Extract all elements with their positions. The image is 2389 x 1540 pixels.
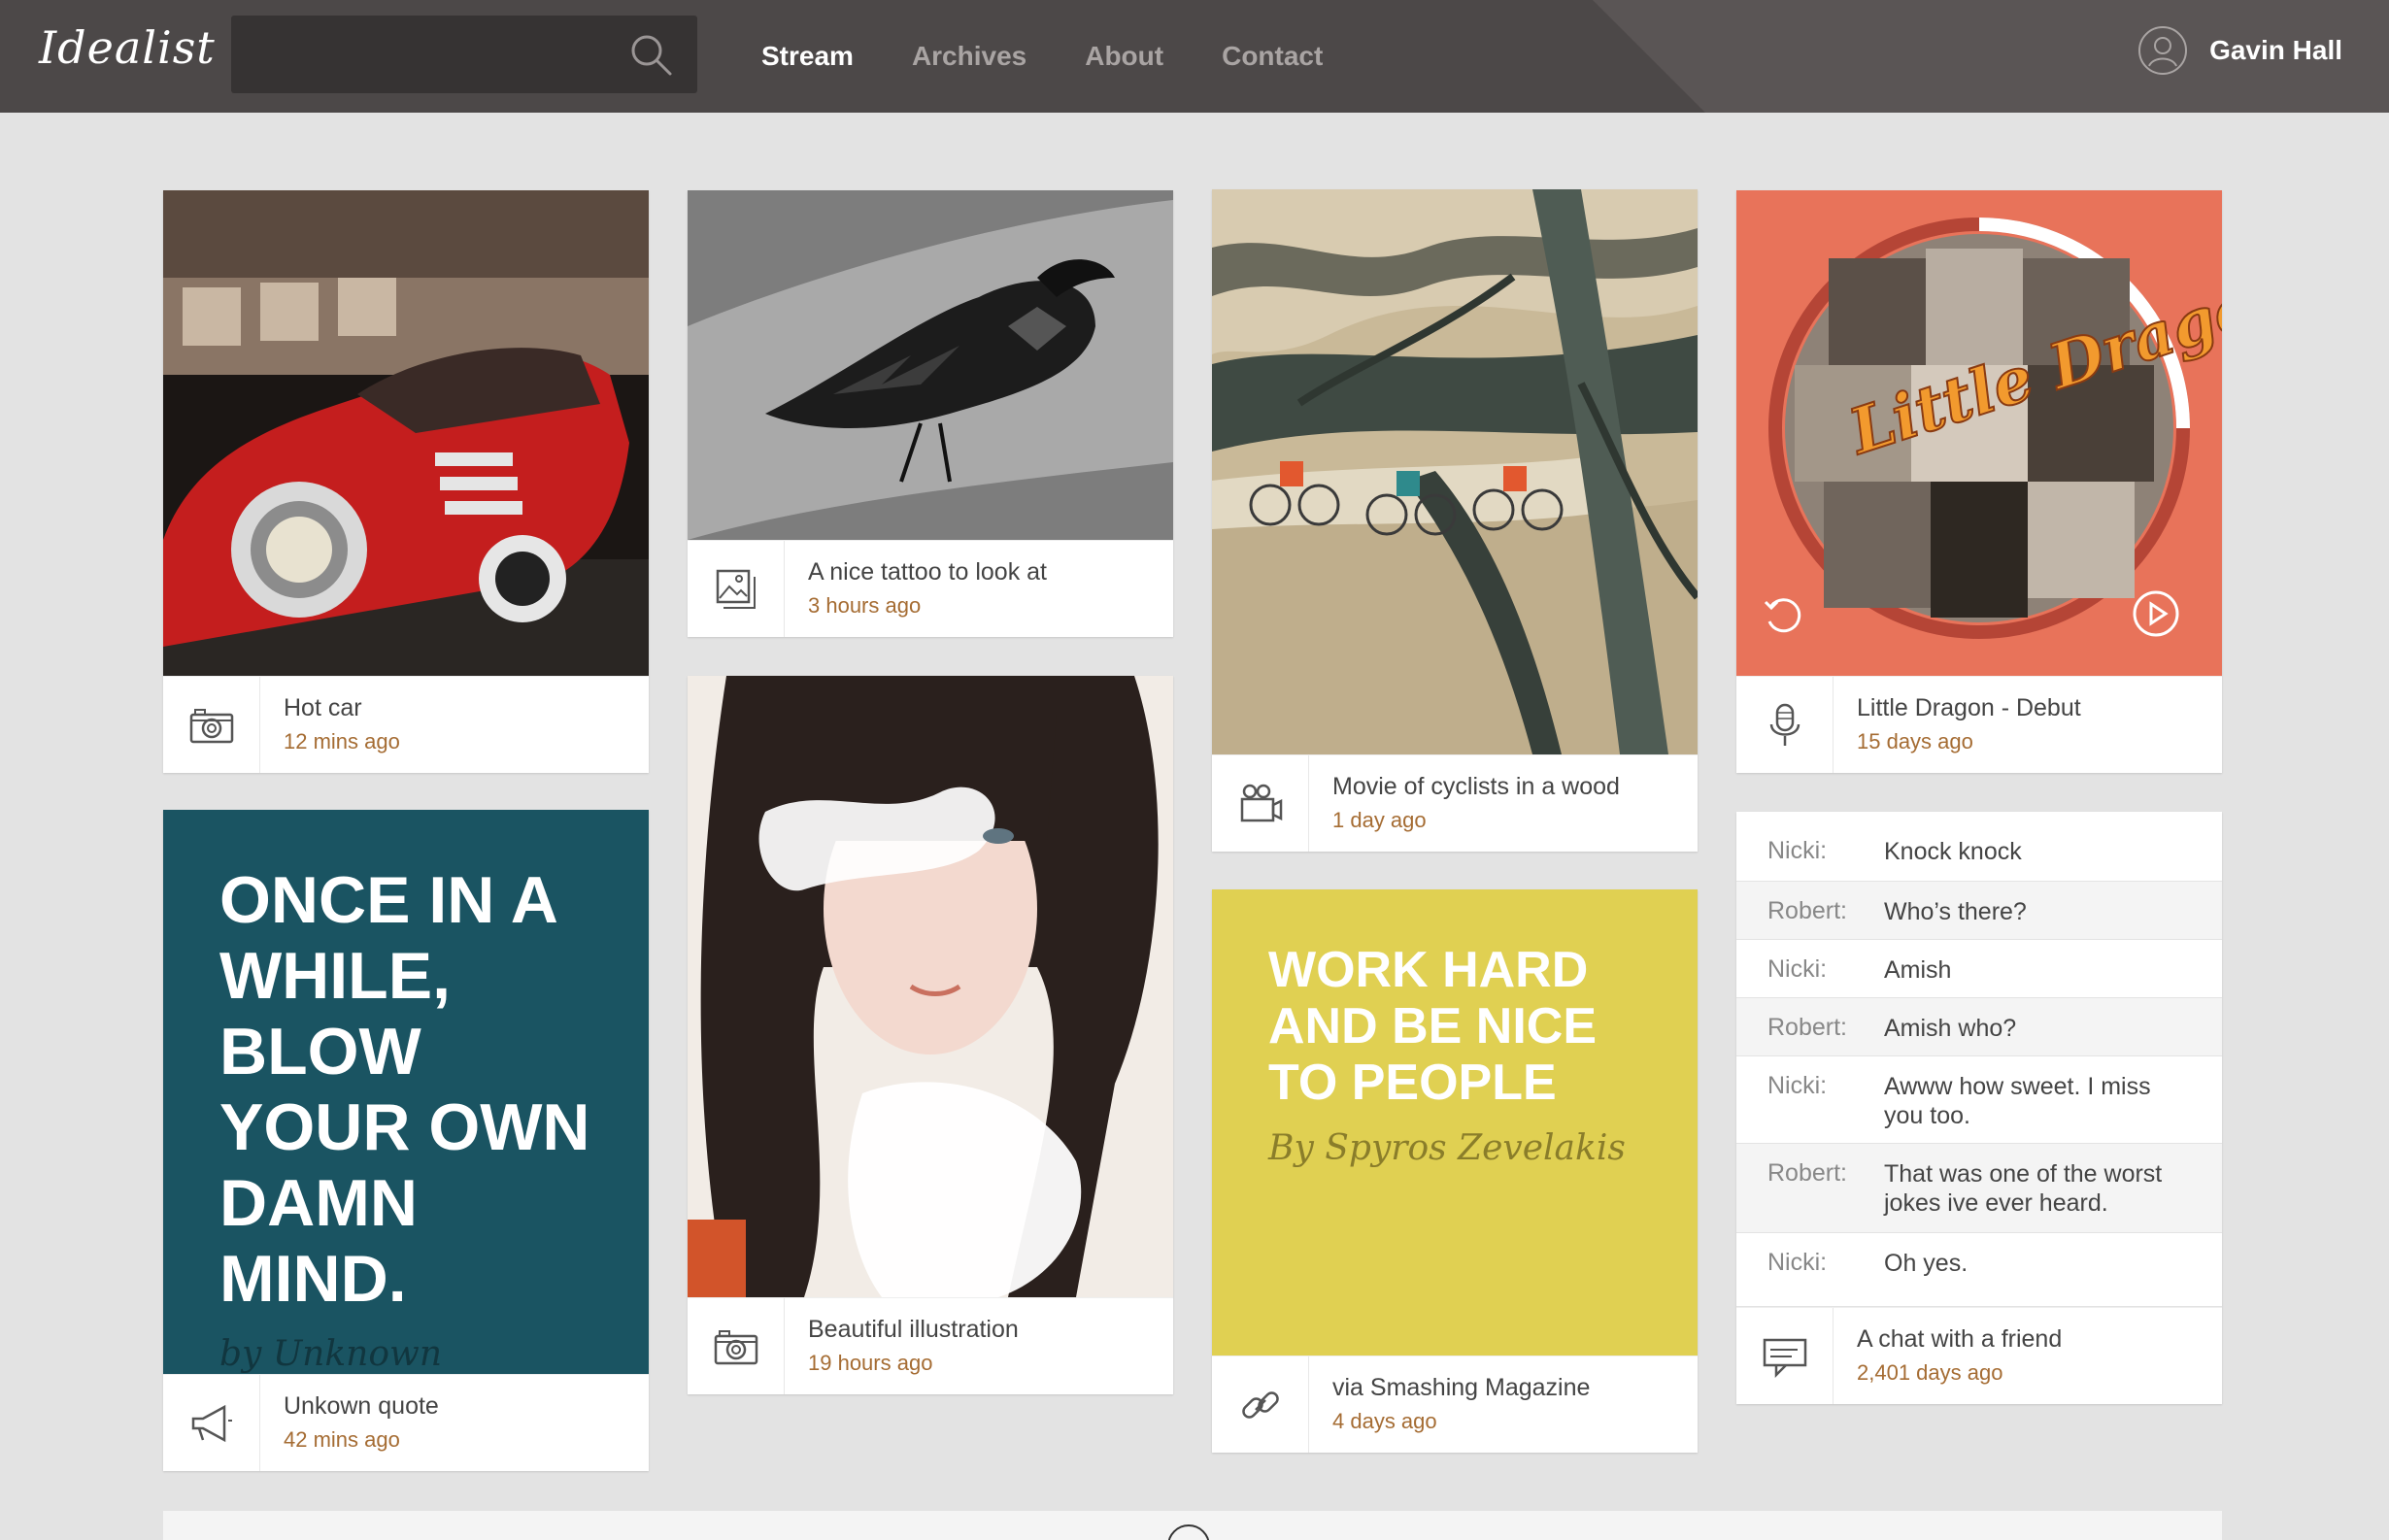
quote-unknown-meta: Unkown quote 42 mins ago xyxy=(163,1374,649,1471)
chat-meta: A chat with a friend 2,401 days ago xyxy=(1736,1307,2222,1404)
card-work-hard[interactable]: WORK HARD AND BE NICE TO PEOPLE By Spyro… xyxy=(1212,889,1698,1453)
camera-icon xyxy=(688,1298,785,1394)
cyclists-time: 1 day ago xyxy=(1332,808,1427,832)
chat-speaker: Nicki: xyxy=(1767,837,1828,864)
illustration-title[interactable]: Beautiful illustration xyxy=(808,1316,1019,1344)
work-hard-meta: via Smashing Magazine 4 days ago xyxy=(1212,1356,1698,1453)
chat-speaker: Robert: xyxy=(1767,1014,1847,1041)
link-icon xyxy=(1212,1356,1309,1453)
illustration-time: 19 hours ago xyxy=(808,1351,933,1375)
hot-car-photo[interactable] xyxy=(163,190,649,676)
cyclists-illustration[interactable] xyxy=(1212,189,1698,754)
load-more-bar[interactable] xyxy=(163,1511,2222,1540)
little-dragon-meta: Little Dragon - Debut 15 days ago xyxy=(1736,676,2222,773)
girl-illustration[interactable] xyxy=(688,676,1173,1297)
main-nav: Stream Archives About Contact xyxy=(761,0,1381,113)
card-quote-unknown[interactable]: ONCE IN A WHILE, BLOW YOUR OWN DAMN MIND… xyxy=(163,810,649,1471)
cyclists-title[interactable]: Movie of cyclists in a wood xyxy=(1332,773,1620,801)
card-cyclists[interactable]: Movie of cyclists in a wood 1 day ago xyxy=(1212,189,1698,852)
chat-speaker: Robert: xyxy=(1767,897,1847,924)
work-hard-author: By Spyros Zevelakis xyxy=(1268,1128,1626,1168)
replay-icon[interactable] xyxy=(1760,592,1806,639)
megaphone-icon xyxy=(163,1375,260,1471)
chat-message: Oh yes. xyxy=(1884,1250,1968,1277)
nav-contact[interactable]: Contact xyxy=(1222,41,1323,72)
chat-speaker: Nicki: xyxy=(1767,1072,1828,1099)
user-menu[interactable]: Gavin Hall xyxy=(2137,25,2342,76)
cyclists-meta: Movie of cyclists in a wood 1 day ago xyxy=(1212,754,1698,852)
music-player: Little Dragon xyxy=(1736,190,2222,676)
chat-line: Nicki: Amish xyxy=(1736,940,2222,998)
quote-unknown-title[interactable]: Unkown quote xyxy=(284,1392,439,1421)
chat-message: Who’s there? xyxy=(1884,898,2027,925)
chat-line: Robert: Who’s there? xyxy=(1736,882,2222,940)
chat-message: Knock knock xyxy=(1884,838,2022,865)
video-camera-icon xyxy=(1212,755,1309,852)
camera-icon xyxy=(163,677,260,773)
nav-about[interactable]: About xyxy=(1085,41,1163,72)
chat-speaker: Nicki: xyxy=(1767,955,1828,983)
microphone-icon xyxy=(1736,677,1834,773)
work-hard-time: 4 days ago xyxy=(1332,1409,1437,1433)
chat-line: Robert: That was one of the worst jokes … xyxy=(1736,1144,2222,1233)
logo[interactable]: Idealist xyxy=(39,21,216,74)
search-box[interactable] xyxy=(231,16,697,93)
chat-title[interactable]: A chat with a friend xyxy=(1857,1325,2062,1354)
work-hard-title[interactable]: via Smashing Magazine xyxy=(1332,1374,1590,1402)
chat-line: Robert: Amish who? xyxy=(1736,998,2222,1056)
quote-text: ONCE IN A WHILE, BLOW YOUR OWN DAMN MIND… xyxy=(219,863,590,1316)
chat-line: Nicki: Knock knock xyxy=(1736,812,2222,882)
little-dragon-title[interactable]: Little Dragon - Debut xyxy=(1857,694,2081,722)
quote-unknown-time: 42 mins ago xyxy=(284,1427,400,1452)
illustration-meta: Beautiful illustration 19 hours ago xyxy=(688,1297,1173,1394)
user-avatar-icon[interactable] xyxy=(2137,25,2188,76)
card-tattoo[interactable]: A nice tattoo to look at 3 hours ago xyxy=(688,190,1173,637)
card-illustration[interactable]: Beautiful illustration 19 hours ago xyxy=(688,676,1173,1394)
load-more-icon[interactable] xyxy=(1167,1524,1210,1540)
work-hard-quote: WORK HARD AND BE NICE TO PEOPLE xyxy=(1268,942,1598,1111)
play-icon[interactable] xyxy=(2131,588,2181,639)
user-name[interactable]: Gavin Hall xyxy=(2209,35,2342,66)
chat-speaker: Nicki: xyxy=(1767,1249,1828,1276)
card-hot-car[interactable]: Hot car 12 mins ago xyxy=(163,190,649,773)
chat-line: Nicki: Oh yes. xyxy=(1736,1233,2222,1307)
nav-stream[interactable]: Stream xyxy=(761,41,854,72)
chat-message: Amish xyxy=(1884,956,1952,984)
chat-line: Nicki: Awww how sweet. I miss you too. xyxy=(1736,1056,2222,1144)
tattoo-meta: A nice tattoo to look at 3 hours ago xyxy=(688,540,1173,637)
search-input[interactable] xyxy=(231,16,620,93)
tattoo-photo[interactable] xyxy=(688,190,1173,540)
chat-icon xyxy=(1736,1308,1834,1404)
quote-block-teal: ONCE IN A WHILE, BLOW YOUR OWN DAMN MIND… xyxy=(163,810,649,1374)
chat-speaker: Robert: xyxy=(1767,1159,1847,1187)
quote-block-yellow: WORK HARD AND BE NICE TO PEOPLE By Spyro… xyxy=(1212,889,1698,1356)
search-icon[interactable] xyxy=(627,31,674,78)
hot-car-time: 12 mins ago xyxy=(284,729,400,753)
tattoo-title[interactable]: A nice tattoo to look at xyxy=(808,558,1047,586)
card-little-dragon[interactable]: Little Dragon Little Dragon - Debut 15 d… xyxy=(1736,190,2222,773)
nav-archives[interactable]: Archives xyxy=(912,41,1026,72)
image-icon xyxy=(688,541,785,637)
chat-time: 2,401 days ago xyxy=(1857,1360,2003,1385)
little-dragon-time: 15 days ago xyxy=(1857,729,1973,753)
hot-car-title[interactable]: Hot car xyxy=(284,694,362,722)
card-chat[interactable]: Nicki: Knock knock Robert: Who’s there? … xyxy=(1736,812,2222,1404)
chat-message: That was one of the worst jokes ive ever… xyxy=(1884,1160,2163,1217)
top-bar: Idealist Stream Archives About Contact G… xyxy=(0,0,2389,113)
chat-message: Awww how sweet. I miss you too. xyxy=(1884,1073,2151,1129)
tattoo-time: 3 hours ago xyxy=(808,593,922,618)
hot-car-meta: Hot car 12 mins ago xyxy=(163,676,649,773)
quote-author: by Unknown xyxy=(219,1334,443,1374)
chat-message: Amish who? xyxy=(1884,1015,2017,1042)
